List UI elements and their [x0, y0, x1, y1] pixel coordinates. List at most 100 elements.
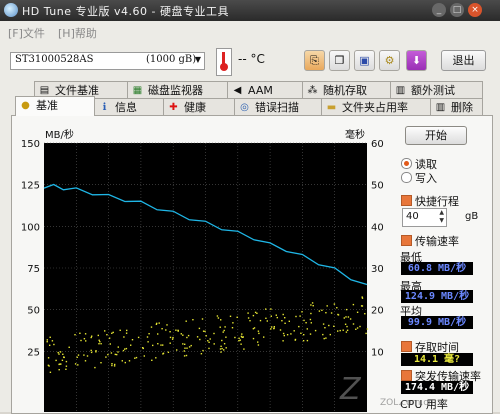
access-time-point: [329, 333, 331, 336]
tab-health[interactable]: ✚ 健康: [163, 98, 235, 116]
access-time-point: [330, 312, 333, 314]
short-stroke-input[interactable]: 40 ▲ ▼: [402, 208, 447, 227]
short-stroke-checkbox[interactable]: [401, 195, 412, 206]
write-radio[interactable]: [401, 172, 412, 183]
access-time-point: [84, 360, 87, 362]
access-time-point: [302, 340, 305, 342]
access-time-point: [68, 346, 70, 348]
access-time-point: [219, 348, 222, 350]
health-icon: ✚: [169, 102, 178, 113]
access-time-point: [243, 348, 245, 350]
access-time-point: [356, 311, 359, 313]
access-time-point: [225, 347, 227, 349]
access-time-point: [116, 353, 118, 356]
access-time-point: [202, 349, 204, 352]
access-time-point: [282, 313, 284, 316]
temperature-value: --: [238, 52, 247, 66]
access-time-point: [336, 307, 338, 309]
short-stroke-unit: gB: [465, 211, 479, 222]
access-time-point: [182, 334, 184, 336]
tab-delete[interactable]: ▥ 删除: [430, 98, 483, 116]
access-time-point: [270, 328, 272, 330]
access-time-point: [177, 330, 179, 332]
short-stroke-value: 40: [406, 211, 419, 222]
menu-file[interactable]: [F]文件: [8, 25, 45, 41]
tab-error-scan[interactable]: ◎ 错误扫描: [234, 98, 322, 116]
access-time-point: [137, 336, 140, 339]
access-time-point: [234, 336, 236, 339]
access-time-point: [207, 340, 209, 342]
access-time-point: [213, 343, 215, 345]
access-time-point: [155, 357, 157, 359]
access-time-point: [209, 338, 211, 340]
save-icon[interactable]: ▣: [354, 50, 375, 71]
access-time-point: [183, 355, 186, 357]
access-time-point: [201, 318, 204, 320]
access-time-point: [192, 319, 194, 321]
access-time-point: [108, 337, 111, 339]
access-time-point: [80, 339, 82, 342]
start-button[interactable]: 开始: [405, 126, 467, 145]
access-time-point: [257, 330, 260, 332]
access-time-checkbox[interactable]: [401, 341, 412, 352]
access-time-point: [347, 316, 350, 318]
window-title: HD Tune 专业版 v4.60 - 硬盘专业工具: [22, 5, 229, 18]
access-time-point: [311, 302, 314, 304]
access-time-point: [258, 332, 260, 335]
access-time-point: [361, 297, 364, 299]
access-time-point: [337, 313, 339, 316]
max-value: 124.9 MB/秒: [401, 290, 473, 303]
menu-help[interactable]: [H]帮助: [58, 25, 97, 41]
options-icon[interactable]: ⚙: [379, 50, 400, 71]
access-time-point: [57, 351, 59, 354]
access-time-point: [208, 341, 210, 343]
copy-text-icon[interactable]: ⎘: [304, 50, 325, 71]
transfer-rate-checkbox[interactable]: [401, 235, 412, 246]
access-time-point: [86, 355, 89, 357]
spinner-arrows-icon[interactable]: ▲ ▼: [439, 209, 444, 225]
download-icon[interactable]: ⬇: [406, 50, 427, 71]
tab-random-access[interactable]: ⁂ 随机存取: [302, 81, 391, 99]
access-time-point: [310, 304, 312, 306]
read-radio[interactable]: [401, 158, 412, 169]
access-time-point: [46, 339, 48, 341]
exit-button[interactable]: 退出: [441, 50, 486, 71]
access-time-point: [298, 325, 300, 328]
transfer-rate-label: 传输速率: [415, 235, 459, 248]
minimize-button[interactable]: _: [432, 3, 446, 17]
access-time-point: [220, 345, 222, 347]
access-time-point: [196, 336, 199, 338]
access-time-point: [98, 343, 100, 345]
access-time-point: [333, 303, 336, 305]
tab-info[interactable]: ℹ 信息: [94, 98, 164, 116]
access-time-point: [184, 343, 186, 345]
access-time-point: [310, 322, 312, 324]
access-time-point: [172, 336, 174, 339]
access-time-point: [263, 336, 265, 338]
y-axis-left-label: MB/秒: [45, 128, 74, 141]
close-button[interactable]: ×: [468, 3, 482, 17]
access-time-point: [185, 354, 188, 357]
access-time-point: [288, 320, 290, 322]
access-time-point: [361, 305, 364, 307]
tab-benchmark[interactable]: ● 基准: [15, 96, 95, 116]
access-time-point: [190, 344, 192, 347]
access-time-point: [240, 343, 242, 345]
tab-aam[interactable]: ◀ AAM: [227, 81, 303, 99]
access-time-point: [204, 330, 206, 333]
tab-extra-tests[interactable]: ▥ 额外测试: [390, 81, 483, 99]
access-time-point: [187, 334, 190, 337]
y-left-tick-label: 100: [21, 222, 40, 233]
y-left-tick-label: 50: [27, 306, 40, 317]
access-time-point: [160, 344, 162, 346]
copy-image-icon[interactable]: ❐: [329, 50, 350, 71]
tab-disk-monitor[interactable]: ▦ 磁盘监视器: [127, 81, 228, 99]
access-time-point: [217, 317, 220, 319]
maximize-button[interactable]: □: [450, 3, 464, 17]
menu-bar: [F]文件 [H]帮助: [0, 21, 500, 41]
access-time-point: [121, 360, 123, 362]
tab-folder-usage[interactable]: ▬ 文件夹占用率: [321, 98, 431, 116]
drive-select[interactable]: ST31000528AS (1000 gB) ▼: [10, 52, 205, 70]
access-time-point: [208, 347, 210, 350]
access-time-point: [77, 364, 79, 366]
